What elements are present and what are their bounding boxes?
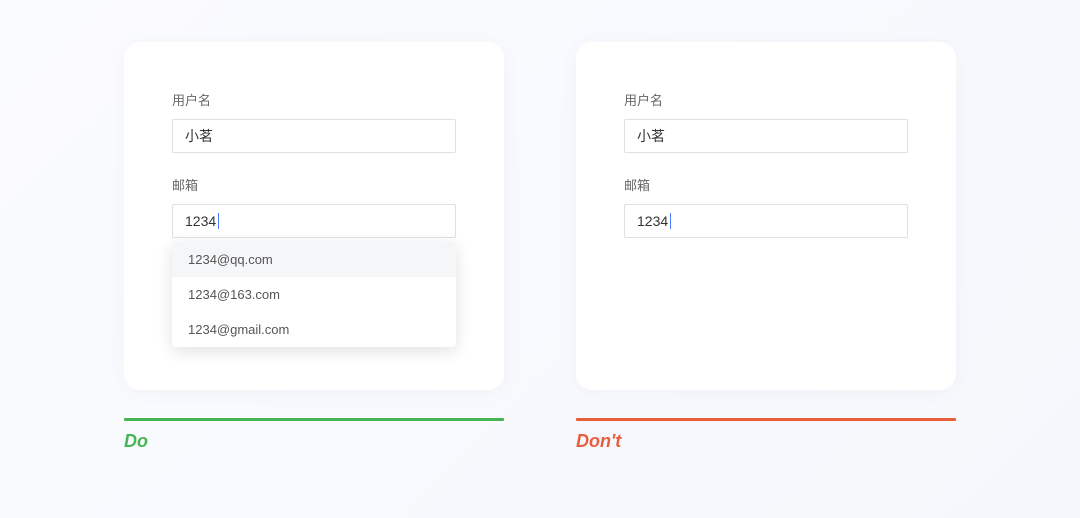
do-username-value: 小茗 <box>185 126 213 146</box>
dont-email-input[interactable]: 1234 <box>624 204 908 238</box>
do-email-value: 1234 <box>185 213 216 229</box>
do-rule-bar <box>124 418 504 421</box>
dont-email-value: 1234 <box>637 213 668 229</box>
suggestion-item[interactable]: 1234@gmail.com <box>172 312 456 347</box>
text-cursor-icon <box>670 213 671 229</box>
do-email-label: 邮箱 <box>172 175 456 194</box>
dont-username-value: 小茗 <box>637 126 665 146</box>
dont-rule-label: Don't <box>576 431 956 452</box>
do-email-field: 邮箱 1234 1234@qq.com 1234@163.com 1234@gm… <box>172 175 456 238</box>
do-example: 用户名 小茗 邮箱 1234 1234@qq.com 1234@163.com … <box>124 42 504 452</box>
suggestion-item[interactable]: 1234@qq.com <box>172 242 456 277</box>
dont-username-label: 用户名 <box>624 90 908 109</box>
do-rule-label: Do <box>124 431 504 452</box>
dont-rule-bar <box>576 418 956 421</box>
do-username-input[interactable]: 小茗 <box>172 119 456 153</box>
text-cursor-icon <box>218 213 219 229</box>
dont-username-field: 用户名 小茗 <box>624 90 908 153</box>
email-suggestions-dropdown: 1234@qq.com 1234@163.com 1234@gmail.com <box>172 242 456 347</box>
do-card: 用户名 小茗 邮箱 1234 1234@qq.com 1234@163.com … <box>124 42 504 390</box>
do-email-input[interactable]: 1234 <box>172 204 456 238</box>
dont-email-label: 邮箱 <box>624 175 908 194</box>
dont-card: 用户名 小茗 邮箱 1234 <box>576 42 956 390</box>
do-username-field: 用户名 小茗 <box>172 90 456 153</box>
do-username-label: 用户名 <box>172 90 456 109</box>
suggestion-item[interactable]: 1234@163.com <box>172 277 456 312</box>
dont-example: 用户名 小茗 邮箱 1234 Don't <box>576 42 956 452</box>
dont-email-field: 邮箱 1234 <box>624 175 908 238</box>
dont-username-input[interactable]: 小茗 <box>624 119 908 153</box>
